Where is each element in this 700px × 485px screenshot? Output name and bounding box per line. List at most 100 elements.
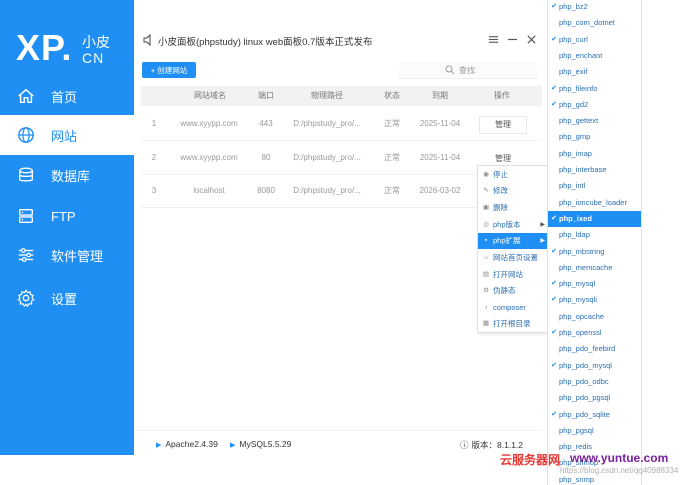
extension-name: php_pgsql: [559, 425, 594, 435]
column-header-domain: 网站域名: [194, 91, 226, 100]
row-domain: www.xyypp.com: [180, 153, 238, 162]
manage-button[interactable]: 管理: [479, 116, 527, 134]
extension-item[interactable]: php_opcache: [548, 309, 641, 325]
menu-item-composer[interactable]: ♪ composer: [478, 300, 548, 316]
sidebar-item-websites[interactable]: 网站: [0, 115, 134, 155]
extension-item[interactable]: php_intl: [548, 178, 641, 194]
extension-name: php_bz2: [559, 2, 588, 11]
menu-icon[interactable]: [486, 32, 500, 46]
extension-item[interactable]: php_gettext: [548, 113, 641, 129]
menu-item-open-site[interactable]: ▤ 打开网站: [478, 267, 548, 283]
extension-item[interactable]: ✔ php_pdo_sqlite: [548, 407, 641, 423]
extension-item[interactable]: php_ioncube_loader: [548, 195, 641, 211]
extension-item[interactable]: php_ldap: [548, 227, 641, 243]
extension-item[interactable]: php_gmp: [548, 129, 641, 145]
check-icon: ✔: [551, 329, 557, 336]
app-icon: [142, 33, 154, 47]
globe-icon: [17, 126, 35, 144]
version-text: 版本：8.1.1.2: [471, 440, 524, 450]
extension-item[interactable]: php_exif: [548, 64, 641, 80]
extension-name: php_com_dotnet: [559, 18, 615, 28]
mysql-status[interactable]: ▶ MySQL5.5.29: [230, 439, 291, 449]
close-icon[interactable]: [524, 32, 538, 46]
menu-item-edit[interactable]: ✎ 修改: [478, 183, 548, 199]
search-input[interactable]: [459, 62, 529, 78]
extension-item[interactable]: ✔ php_fileinfo: [548, 81, 641, 97]
table-header: 网站域名 端口 物理路径 状态 到期 操作: [141, 86, 542, 106]
extension-item[interactable]: php_memcache: [548, 260, 641, 276]
extension-item[interactable]: php_pdo_firebird: [548, 341, 641, 357]
extension-name: php_mbstring: [559, 246, 605, 256]
extension-item[interactable]: ✔ php_bz2: [548, 0, 641, 15]
menu-item-open-root[interactable]: ▦ 打开根目录: [478, 316, 548, 332]
row-port: 80: [261, 153, 271, 162]
extension-item[interactable]: ✔ php_mysqli: [548, 292, 641, 308]
folder-icon: ▦: [482, 320, 490, 327]
create-site-button[interactable]: + 创建网站: [142, 62, 196, 78]
row-path: D:/phpstudy_pro/...: [293, 153, 361, 162]
extension-item[interactable]: php_imap: [548, 146, 641, 162]
ftp-icon: [17, 207, 35, 225]
extension-name: php_fileinfo: [559, 83, 598, 93]
extension-item[interactable]: ✔ php_ixed: [548, 210, 641, 227]
extension-item[interactable]: ✔ php_mbstring: [548, 244, 641, 260]
sidebar-item-settings[interactable]: 设置: [0, 278, 134, 318]
extension-item[interactable]: ✔ php_openssl: [548, 325, 641, 341]
extension-item[interactable]: ✔ php_mysql: [548, 276, 641, 292]
extension-item[interactable]: php_pdo_pgsql: [548, 390, 641, 406]
gear-icon: [17, 289, 35, 307]
info-icon: ⓘ: [460, 440, 469, 450]
extension-item[interactable]: php_com_dotnet: [548, 15, 641, 31]
mysql-version: MySQL5.5.29: [239, 439, 292, 449]
extension-name: php_interbase: [559, 165, 607, 174]
sidebar-item-label: 设置: [51, 291, 78, 307]
extension-item[interactable]: ✔ php_curl: [548, 32, 641, 48]
sidebar-item-label: 网站: [51, 128, 78, 144]
table-row[interactable]: 1 www.xyypp.com 443 D:/phpstudy_pro/... …: [141, 107, 542, 141]
php-icon: ◎: [483, 221, 489, 228]
edit-icon: ✎: [483, 187, 489, 194]
extension-name: php_imap: [559, 148, 592, 158]
puzzle-icon: ▪: [484, 237, 488, 244]
row-port: 8080: [257, 186, 275, 195]
sidebar-item-home[interactable]: 首页: [0, 76, 134, 116]
stop-icon: ◉: [483, 171, 489, 178]
menu-item-php-extensions[interactable]: ▪ php扩展 ▶: [478, 233, 548, 249]
extension-item[interactable]: php_interbase: [548, 162, 641, 178]
check-icon: ✔: [551, 84, 557, 92]
extension-name: php_mysqli: [559, 295, 597, 305]
homepage-icon: ⌂: [484, 254, 488, 261]
apache-status[interactable]: ▶ Apache2.4.39: [156, 439, 218, 449]
row-index: 1: [151, 119, 157, 128]
minimize-icon[interactable]: [505, 32, 519, 46]
menu-item-delete[interactable]: ▣ 删除: [478, 200, 548, 216]
extension-name: php_gettext: [559, 116, 599, 126]
database-icon: [17, 166, 35, 184]
extension-item[interactable]: php_pdo_odbc: [548, 374, 641, 390]
version-info: ⓘ 版本：8.1.1.2: [460, 439, 523, 451]
extension-name: php_ioncube_loader: [559, 197, 627, 207]
play-icon: ▶: [230, 442, 236, 449]
check-icon: ✔: [551, 410, 557, 418]
row-domain: www.xyypp.com: [180, 119, 238, 128]
menu-item-homepage-settings[interactable]: ⌂ 网站首页设置: [478, 250, 548, 266]
menu-item-rewrite[interactable]: ⚙ 伪静态: [478, 283, 548, 299]
extension-name: php_openssl: [559, 328, 602, 337]
check-icon: ✔: [551, 296, 557, 304]
extension-name: php_curl: [559, 34, 588, 44]
sidebar-item-ftp[interactable]: FTP: [0, 196, 134, 236]
check-icon: ✔: [551, 214, 557, 222]
extension-item[interactable]: ✔ php_gd2: [548, 97, 641, 113]
menu-item-php-version[interactable]: ◎ php版本 ▶: [478, 217, 548, 233]
extension-item[interactable]: php_pgsql: [548, 423, 641, 439]
row-domain: localhost: [193, 186, 225, 195]
extension-item[interactable]: php_enchant: [548, 48, 641, 64]
sidebar-item-database[interactable]: 数据库: [0, 155, 134, 195]
column-header-action: 操作: [494, 91, 510, 100]
chevron-right-icon: ▶: [540, 222, 545, 228]
check-icon: ✔: [551, 247, 557, 255]
extension-item[interactable]: ✔ php_pdo_mysql: [548, 358, 641, 374]
sidebar-item-software[interactable]: 软件管理: [0, 235, 134, 275]
menu-item-stop[interactable]: ◉ 停止: [478, 167, 548, 183]
search-box: [399, 62, 537, 79]
